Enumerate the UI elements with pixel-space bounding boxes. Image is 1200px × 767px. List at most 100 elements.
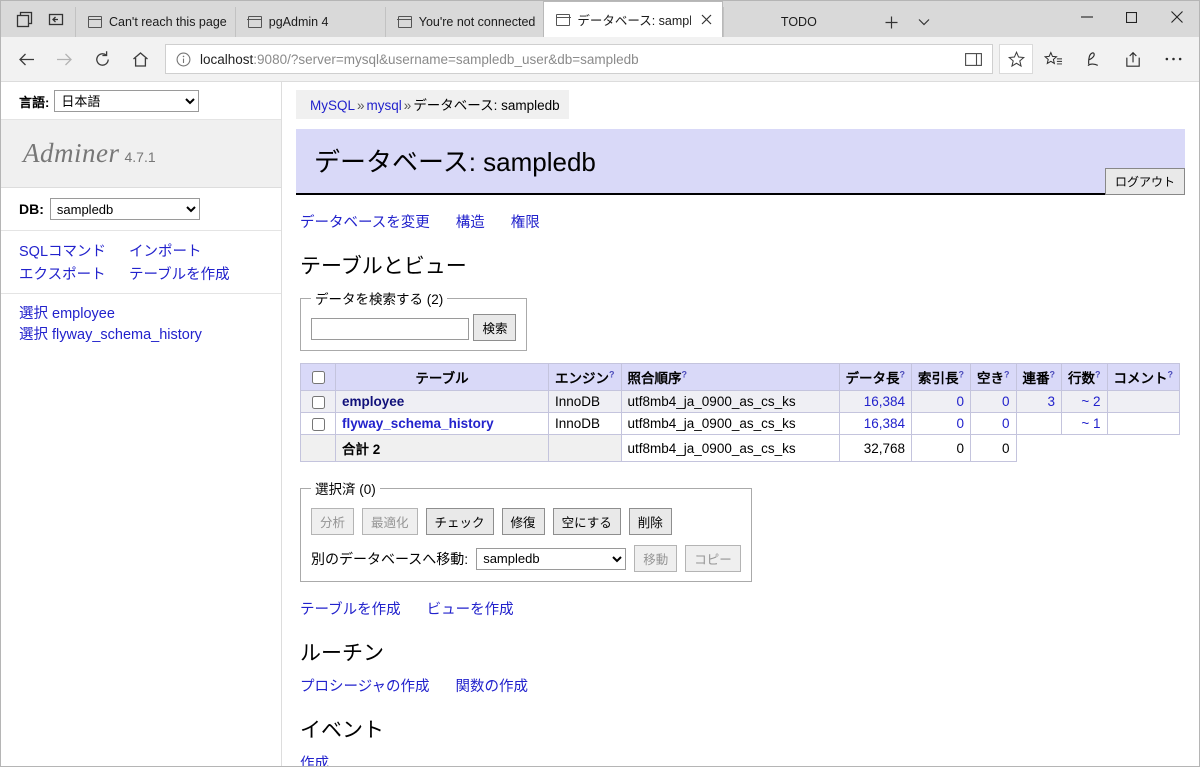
refresh-icon[interactable] <box>83 40 121 78</box>
window-maximize-button[interactable] <box>1109 1 1154 33</box>
browser-tab-0[interactable]: Can't reach this page <box>75 7 235 37</box>
column-table[interactable]: テーブル <box>335 363 549 391</box>
tab-title: データベース: sampled <box>577 14 692 28</box>
column-rows[interactable]: 行数? <box>1061 363 1108 391</box>
sidebar-select-link[interactable]: 選択 <box>19 327 48 343</box>
table-link-flyway-schema-history[interactable]: flyway_schema_history <box>342 416 494 431</box>
link-create-event[interactable]: 作成 <box>300 756 329 766</box>
sidebar-table-name-flyway-schema-history[interactable]: flyway_schema_history <box>52 327 202 343</box>
window-close-button[interactable] <box>1154 1 1199 33</box>
index-length-link[interactable]: 0 <box>956 394 964 409</box>
sidebar-link-export[interactable]: エクスポート <box>19 263 129 284</box>
help-icon[interactable]: ? <box>1004 370 1010 380</box>
share-icon[interactable] <box>1113 40 1153 78</box>
browser-tab-3-active[interactable]: データベース: sampled <box>543 1 724 37</box>
reading-list-icon[interactable] <box>1033 40 1073 78</box>
row-data-length: 16,384 <box>838 412 912 435</box>
address-bar[interactable]: localhost:9080/?server=mysql&username=sa… <box>165 44 993 74</box>
rows-link[interactable]: ~ 2 <box>1081 394 1100 409</box>
link-create-function[interactable]: 関数の作成 <box>455 679 528 695</box>
column-engine[interactable]: エンジン? <box>548 363 622 391</box>
new-tab-button[interactable] <box>873 7 909 37</box>
data-free-link[interactable]: 0 <box>1002 416 1010 431</box>
row-checkbox[interactable] <box>311 417 325 431</box>
sidebar-link-create-table[interactable]: テーブルを作成 <box>129 263 281 284</box>
link-create-procedure[interactable]: プロシージャの作成 <box>300 679 429 695</box>
index-length-link[interactable]: 0 <box>956 416 964 431</box>
info-icon[interactable] <box>172 48 194 70</box>
link-create-view[interactable]: ビューを作成 <box>427 602 514 618</box>
move-button[interactable]: 移動 <box>634 545 678 572</box>
sidebar-table-name-employee[interactable]: employee <box>52 306 115 322</box>
forward-arrow-icon[interactable] <box>45 40 83 78</box>
sidebar-link-sql-command[interactable]: SQLコマンド <box>19 240 129 261</box>
help-icon[interactable]: ? <box>900 370 906 380</box>
search-data-legend: データを検索する (2) <box>315 292 444 307</box>
row-checkbox-cell <box>300 390 336 413</box>
routines-heading: ルーチン <box>300 642 384 665</box>
browser-tab-1[interactable]: pgAdmin 4 <box>234 7 385 37</box>
tab-preview-icon[interactable] <box>9 4 39 34</box>
tab-strip: Can't reach this page pgAdmin 4 You're n… <box>1 1 1199 37</box>
help-icon[interactable]: ? <box>959 370 965 380</box>
data-length-link[interactable]: 16,384 <box>864 394 905 409</box>
sidebar-select-link[interactable]: 選択 <box>19 306 48 322</box>
back-arrow-icon[interactable] <box>7 40 45 78</box>
column-index-length[interactable]: 索引長? <box>911 363 971 391</box>
data-free-link[interactable]: 0 <box>1002 394 1010 409</box>
chevron-down-icon[interactable] <box>909 7 939 37</box>
more-options-icon[interactable] <box>1153 40 1193 78</box>
link-create-table[interactable]: テーブルを作成 <box>300 602 401 618</box>
link-privileges[interactable]: 権限 <box>511 215 540 231</box>
help-icon[interactable]: ? <box>1095 370 1101 380</box>
analyze-button[interactable]: 分析 <box>311 508 355 535</box>
help-icon[interactable]: ? <box>1168 370 1174 380</box>
help-icon[interactable]: ? <box>609 370 615 380</box>
sidebar-link-import[interactable]: インポート <box>129 240 281 261</box>
logout-button[interactable]: ログアウト <box>1104 168 1185 195</box>
copy-button[interactable]: コピー <box>685 545 741 572</box>
favorite-star-icon[interactable] <box>999 44 1033 74</box>
truncate-button[interactable]: 空にする <box>552 508 621 535</box>
tab-close-icon[interactable] <box>698 12 714 28</box>
window-minimize-button[interactable] <box>1064 1 1109 33</box>
tab-favicon-icon <box>397 16 413 28</box>
table-row[interactable]: flyway_schema_history InnoDB utf8mb4_ja_… <box>300 412 1180 435</box>
sidebar-table-item-employee: 選択 employee <box>19 304 281 325</box>
language-select[interactable]: 日本語 <box>54 90 200 112</box>
auto-increment-link[interactable]: 3 <box>1047 394 1055 409</box>
row-auto-increment <box>1015 412 1062 435</box>
db-select[interactable]: sampledb <box>49 198 200 220</box>
reading-view-icon[interactable] <box>960 46 986 72</box>
browser-tab-4[interactable]: TODO <box>723 7 874 37</box>
column-data-length[interactable]: データ長? <box>838 363 912 391</box>
select-all-checkbox[interactable] <box>311 371 325 385</box>
column-auto-increment[interactable]: 連番? <box>1015 363 1062 391</box>
breadcrumb-item-mysql-db[interactable]: mysql <box>367 98 402 113</box>
row-checkbox[interactable] <box>311 395 325 409</box>
link-alter-database[interactable]: データベースを変更 <box>300 215 430 231</box>
data-length-link[interactable]: 16,384 <box>864 416 905 431</box>
help-icon[interactable]: ? <box>682 370 688 380</box>
search-input[interactable] <box>311 317 469 340</box>
optimize-button[interactable]: 最適化 <box>362 508 418 535</box>
search-button[interactable]: 検索 <box>473 314 517 341</box>
column-data-free[interactable]: 空き? <box>970 363 1017 391</box>
help-icon[interactable]: ? <box>1050 370 1056 380</box>
row-rows: ~ 2 <box>1061 390 1108 413</box>
breadcrumb-item-mysql-server[interactable]: MySQL <box>310 98 355 113</box>
move-target-db-select[interactable]: sampledb <box>476 547 627 570</box>
set-aside-tabs-icon[interactable] <box>41 4 71 34</box>
check-button[interactable]: チェック <box>425 508 494 535</box>
browser-tab-2[interactable]: You're not connected <box>384 7 544 37</box>
link-schema[interactable]: 構造 <box>456 215 485 231</box>
home-icon[interactable] <box>121 40 159 78</box>
column-comment[interactable]: コメント? <box>1106 363 1180 391</box>
table-link-employee[interactable]: employee <box>342 394 404 409</box>
table-row[interactable]: employee InnoDB utf8mb4_ja_0900_as_cs_ks… <box>300 390 1180 413</box>
drop-button[interactable]: 削除 <box>628 508 672 535</box>
column-collation[interactable]: 照合順序? <box>620 363 840 391</box>
rows-link[interactable]: ~ 1 <box>1081 416 1100 431</box>
repair-button[interactable]: 修復 <box>501 508 545 535</box>
pen-icon[interactable] <box>1073 40 1113 78</box>
